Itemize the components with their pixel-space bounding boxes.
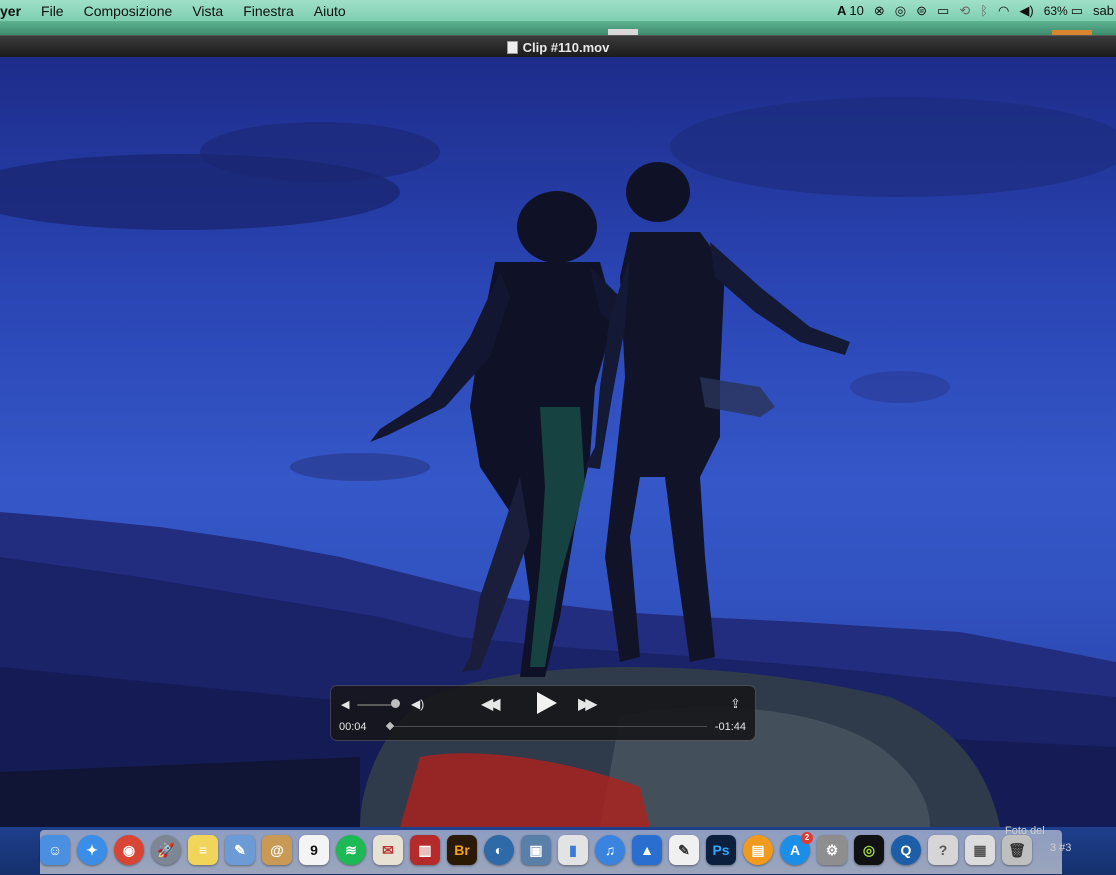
contacts-icon[interactable]: @ [262,835,292,865]
desktop-file-label: Foto del [1005,825,1045,837]
battery-icon[interactable]: ▭ [1071,3,1083,19]
spotify-icon[interactable]: ≋ [336,835,366,865]
photos-app-icon[interactable]: ✉ [373,835,403,865]
adobe-icon[interactable]: A [837,3,846,18]
notification-badge: 2 [801,832,813,844]
bluetooth-icon[interactable]: ᛒ [980,3,988,18]
menu-file[interactable]: File [41,3,64,19]
airplay-icon[interactable]: ▭ [937,3,949,19]
document-icon[interactable] [506,40,518,54]
sync-icon[interactable]: ⊜ [916,3,927,19]
dock-icons: ☺ ✦ ◉ 🚀 ≡ ✎ @9 ≋ ✉ ▥ Br ◐ ▣ ▮ ♫ ▲ ✎ Ps ▤ A 2 ⚙ ◎ Q? ▦ 🗑 [40,831,1039,869]
time-machine-icon[interactable]: ⟲ [959,3,970,19]
scrubber-track[interactable] [389,726,707,727]
quicktime-icon[interactable]: Q [891,835,921,865]
volume-slider-knob[interactable] [390,699,400,708]
battery-percent: 63% [1043,3,1068,18]
launchpad-icon[interactable]: 🚀 [151,835,181,865]
notes-icon[interactable]: ≡ [188,835,218,865]
status-area: A 10 ⊗ ◎ ⊜ ▭ ⟲ ᛒ ◠ ◀) 63% ▭ sab [827,0,1116,21]
play-button[interactable] [537,692,557,714]
remaining-time: -01:44 [714,721,746,733]
photo-folder-icon[interactable]: ▦ [965,835,995,865]
adobe-count: 10 [849,3,864,18]
player-controller: ◀ ◀) ◀◀ ▶▶ ⇪ 00:04 -01:44 [331,686,755,740]
menu-aiuto[interactable]: Aiuto [314,3,346,19]
textedit-icon[interactable]: ✎ [669,835,699,865]
preview-icon[interactable]: ✎ [225,835,255,865]
volume-low-icon[interactable]: ◀ [341,698,349,711]
volume-icon[interactable]: ◀) [1019,3,1033,19]
photo-booth-icon[interactable]: ▥ [410,835,440,865]
help-icon[interactable]: ? [928,835,958,865]
window-title: Clip #110.mov [522,39,610,55]
ibooks-icon[interactable]: ▤ [743,835,773,865]
activity-monitor-icon[interactable]: ◎ [854,835,884,865]
menu-vista[interactable]: Vista [192,3,223,19]
keynote-chart-icon[interactable]: ▮ [558,835,588,865]
camino-icon[interactable]: ◐ [484,835,514,865]
share-icon[interactable]: ⇪ [730,696,741,712]
desktop-file-label-2: 3 #3 [1050,842,1072,854]
trash-icon[interactable]: 🗑 [1002,835,1032,865]
keynote-icon[interactable]: ▲ [632,835,662,865]
fast-forward-icon[interactable]: ▶▶ [578,694,597,714]
safari-icon[interactable]: ✦ [77,835,107,865]
itunes-icon[interactable]: ♫ [595,835,625,865]
photoshop-icon[interactable]: Ps [706,835,736,865]
creative-cloud-icon[interactable]: ⊗ [874,3,885,19]
app-menu[interactable]: yer [0,3,21,19]
calendar-icon[interactable]: 9 [299,835,329,865]
scrubber-playhead[interactable] [385,721,395,731]
user-name[interactable]: sab [1093,3,1114,18]
wifi-icon[interactable]: ◠ [998,3,1009,19]
iphoto-icon[interactable]: ▣ [521,835,551,865]
bridge-icon[interactable]: Br [447,835,477,865]
target-icon[interactable]: ◎ [895,3,906,19]
window-title-bar[interactable]: Clip #110.mov [0,35,1116,58]
app-store-icon[interactable]: A2 [780,832,813,865]
finder-icon[interactable]: ☺ [40,835,70,865]
menu-finestra[interactable]: Finestra [243,3,294,19]
menu-bar: yer File Composizione Vista Finestra Aiu… [0,0,1116,21]
volume-high-icon[interactable]: ◀) [411,697,424,711]
menu-composizione[interactable]: Composizione [84,3,173,19]
chrome-icon[interactable]: ◉ [114,835,144,865]
desktop-strip [0,21,1116,35]
system-preferences-icon[interactable]: ⚙ [817,835,847,865]
current-time: 00:04 [339,721,367,733]
rewind-icon[interactable]: ◀◀ [481,694,500,714]
